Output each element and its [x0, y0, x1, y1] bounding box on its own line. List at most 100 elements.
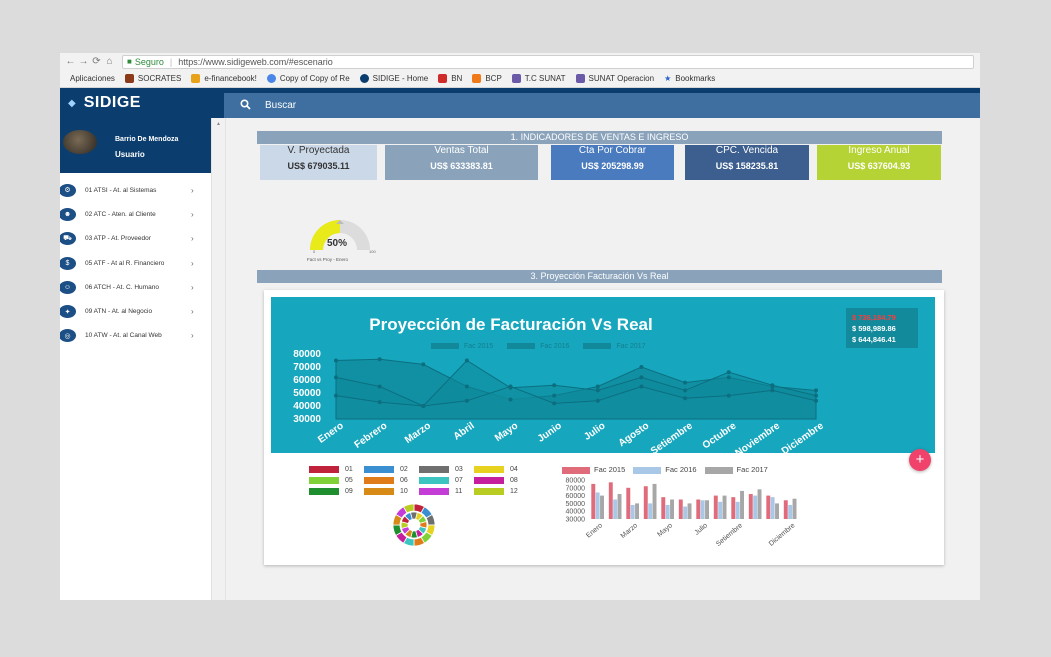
pie-legend-item[interactable]: 12 [474, 488, 529, 495]
data-point[interactable] [421, 362, 426, 367]
bar[interactable] [792, 498, 797, 519]
bar[interactable] [600, 495, 604, 519]
sidebar-item-atf[interactable]: $05 ATF - At al R. Financiero › [60, 251, 211, 275]
bookmark-socrates[interactable]: SOCRATES [124, 74, 181, 83]
bar[interactable] [757, 489, 762, 519]
kpi-cpc-vencida[interactable]: CPC. Vencida US$ 158235.81 [685, 145, 809, 180]
data-point[interactable] [552, 401, 557, 406]
bar[interactable] [595, 492, 600, 519]
data-point[interactable] [552, 393, 557, 398]
pie-legend-item[interactable]: 04 [474, 466, 529, 473]
data-point[interactable] [683, 388, 688, 393]
bar[interactable] [713, 495, 718, 519]
bar[interactable] [700, 500, 705, 519]
kpi-ventas-total[interactable]: Ventas Total US$ 633383.81 [385, 145, 538, 180]
avatar[interactable] [63, 130, 97, 154]
bar[interactable] [687, 503, 692, 519]
bar[interactable] [670, 499, 674, 520]
data-point[interactable] [464, 358, 469, 363]
data-point[interactable] [814, 388, 818, 393]
legend-item[interactable]: Fac 2016 [507, 343, 569, 350]
bar[interactable] [718, 501, 723, 519]
back-icon[interactable]: ← [64, 56, 77, 67]
sidebar-item-atc[interactable]: ☻ 02 ATC - Aten. al Cliente › [60, 202, 211, 226]
bar[interactable] [770, 497, 775, 519]
data-point[interactable] [639, 375, 644, 380]
data-point[interactable] [683, 380, 688, 385]
bar[interactable] [775, 503, 779, 519]
sidebar-item-atn[interactable]: ✦ 09 ATN - At. al Negocio › [60, 299, 211, 323]
data-point[interactable] [770, 388, 775, 393]
pie-legend-item[interactable]: 09 [309, 488, 364, 495]
pie-legend-item[interactable]: 01 [309, 466, 364, 473]
kpi-ingreso-anual[interactable]: Ingreso Anual US$ 637604.93 [817, 145, 941, 180]
bar[interactable] [766, 495, 771, 519]
bookmark-sidige[interactable]: SIDIGE - Home [359, 74, 428, 83]
data-point[interactable] [726, 393, 731, 398]
bar[interactable] [788, 504, 793, 519]
data-point[interactable] [726, 370, 731, 375]
bar[interactable] [643, 486, 648, 519]
bookmark-tc-sunat[interactable]: T.C SUNAT [511, 74, 566, 83]
bar[interactable] [753, 495, 758, 519]
sidebar-item-atsi[interactable]: ⚙ 01 ATSI - At. al Sistemas › [60, 178, 211, 202]
data-point[interactable] [377, 384, 382, 389]
legend-item[interactable]: Fac 2016 [633, 465, 697, 474]
bookmark-bn[interactable]: BN [438, 74, 462, 83]
data-point[interactable] [814, 398, 818, 403]
legend-item[interactable]: Fac 2015 [431, 343, 493, 350]
bar[interactable] [722, 495, 727, 519]
data-point[interactable] [814, 393, 818, 398]
pie-legend-item[interactable]: 02 [364, 466, 419, 473]
search-bar[interactable]: Buscar [224, 93, 980, 118]
data-point[interactable] [421, 404, 426, 408]
data-point[interactable] [334, 393, 338, 398]
data-point[interactable] [377, 400, 382, 405]
pie-legend-item[interactable]: 03 [419, 466, 474, 473]
home-icon[interactable]: ⌂ [103, 56, 116, 67]
url-field[interactable]: ■ Seguro | https://www.sidigeweb.com/#es… [122, 54, 974, 69]
bookmark-bcp[interactable]: BCP [472, 74, 502, 83]
data-point[interactable] [508, 397, 513, 402]
bookmark-folder[interactable]: ★ Bookmarks [664, 74, 715, 83]
bookmark-sunat-operacion[interactable]: SUNAT Operacion [575, 74, 654, 83]
reload-icon[interactable]: ⟳ [90, 56, 103, 67]
kpi-cta-por-cobrar[interactable]: Cta Por Cobrar US$ 205298.99 [551, 145, 674, 180]
pie-legend-item[interactable]: 08 [474, 477, 529, 484]
bar[interactable] [617, 494, 622, 519]
bar[interactable] [731, 497, 736, 519]
data-point[interactable] [552, 383, 557, 388]
bar[interactable] [696, 499, 701, 520]
bookmark-efinancebook[interactable]: e-financebook! [191, 74, 257, 83]
pie-legend-item[interactable]: 06 [364, 477, 419, 484]
legend-item[interactable]: Fac 2015 [562, 465, 625, 474]
scroll-up-icon[interactable]: ▲ [212, 121, 225, 127]
bar[interactable] [748, 494, 753, 519]
bar[interactable] [783, 500, 788, 519]
add-button[interactable]: + [909, 449, 931, 471]
bar[interactable] [665, 504, 670, 519]
bar[interactable] [683, 506, 688, 519]
kpi-v-proyectada[interactable]: V. Proyectada US$ 679035.11 [260, 145, 377, 180]
bar[interactable] [630, 504, 635, 519]
data-point[interactable] [726, 375, 731, 380]
bar[interactable] [652, 483, 657, 519]
data-point[interactable] [508, 384, 513, 389]
sidebar-scrollbar[interactable]: ▲ [212, 118, 226, 600]
pie-legend-item[interactable]: 11 [419, 488, 474, 495]
bar[interactable] [626, 487, 631, 519]
data-point[interactable] [595, 388, 600, 393]
bar[interactable] [661, 497, 666, 519]
bookmark-copy[interactable]: Copy of Copy of Re [266, 74, 350, 83]
bar[interactable] [648, 503, 653, 519]
data-point[interactable] [464, 384, 469, 389]
data-point[interactable] [377, 357, 382, 362]
data-point[interactable] [595, 384, 600, 389]
pie-legend-item[interactable]: 10 [364, 488, 419, 495]
bookmark-apps[interactable]: Aplicaciones [70, 74, 115, 83]
pie-legend-item[interactable]: 05 [309, 477, 364, 484]
bar[interactable] [591, 483, 596, 519]
sidebar-item-atw[interactable]: ◎ 10 ATW - At. al Canal Web › [60, 324, 211, 348]
bar[interactable] [613, 499, 618, 520]
data-point[interactable] [595, 398, 600, 403]
